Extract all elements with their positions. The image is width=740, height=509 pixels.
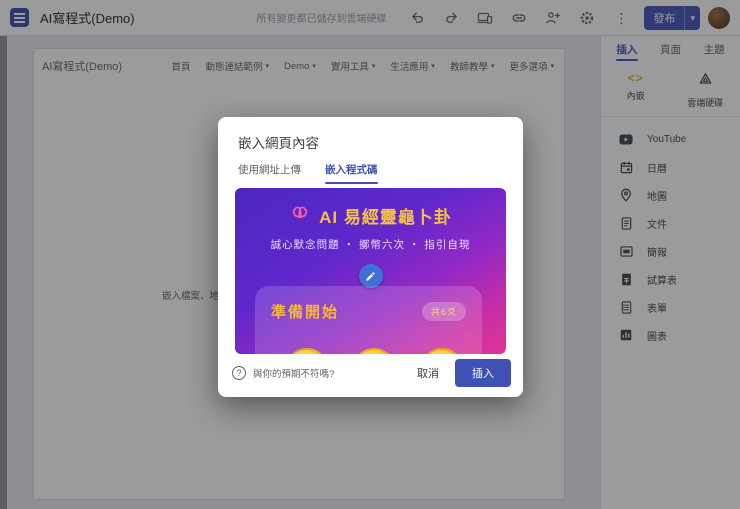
embed-preview: AI 易經靈龜卜卦 誠心默念問題 ・ 擲幣六次 ・ 指引自現 準備開始 共6爻 <box>235 188 506 354</box>
edit-pencil-button[interactable] <box>358 264 383 288</box>
tab-by-url[interactable]: 使用網址上傳 <box>238 162 301 184</box>
google-sites-editor: AI寫程式(Demo) 所有變更都已儲存到雲端硬碟 ⋮ 發布 ▾ AI寫程式(D… <box>0 0 740 509</box>
preview-subtitle: 誠心默念問題 ・ 擲幣六次 ・ 指引自現 <box>270 239 471 251</box>
help-icon[interactable]: ? <box>232 366 246 380</box>
insert-button[interactable]: 插入 <box>455 359 511 387</box>
cancel-button[interactable]: 取消 <box>405 359 451 387</box>
dialog-title: 嵌入網頁內容 <box>238 136 319 151</box>
preview-card-title: 準備開始 <box>271 304 340 321</box>
dialog-tabs: 使用網址上傳 嵌入程式碼 <box>218 162 523 185</box>
footer-hint-text: 與你的預期不符嗎? <box>253 369 335 380</box>
embed-dialog: 嵌入網頁內容 使用網址上傳 嵌入程式碼 AI 易經靈龜卜卦 誠心默念問題 ・ 擲… <box>218 117 523 397</box>
preview-title-row: AI 易經靈龜卜卦 <box>235 203 506 228</box>
tab-embed-code[interactable]: 嵌入程式碼 <box>325 162 378 184</box>
preview-start-card: 準備開始 共6爻 <box>255 286 482 354</box>
brain-icon <box>289 205 311 226</box>
dialog-footer: ? 與你的預期不符嗎? 取消 插入 <box>218 353 523 397</box>
preview-badge: 共6爻 <box>421 302 466 321</box>
preview-title: AI 易經靈龜卜卦 <box>319 208 452 227</box>
